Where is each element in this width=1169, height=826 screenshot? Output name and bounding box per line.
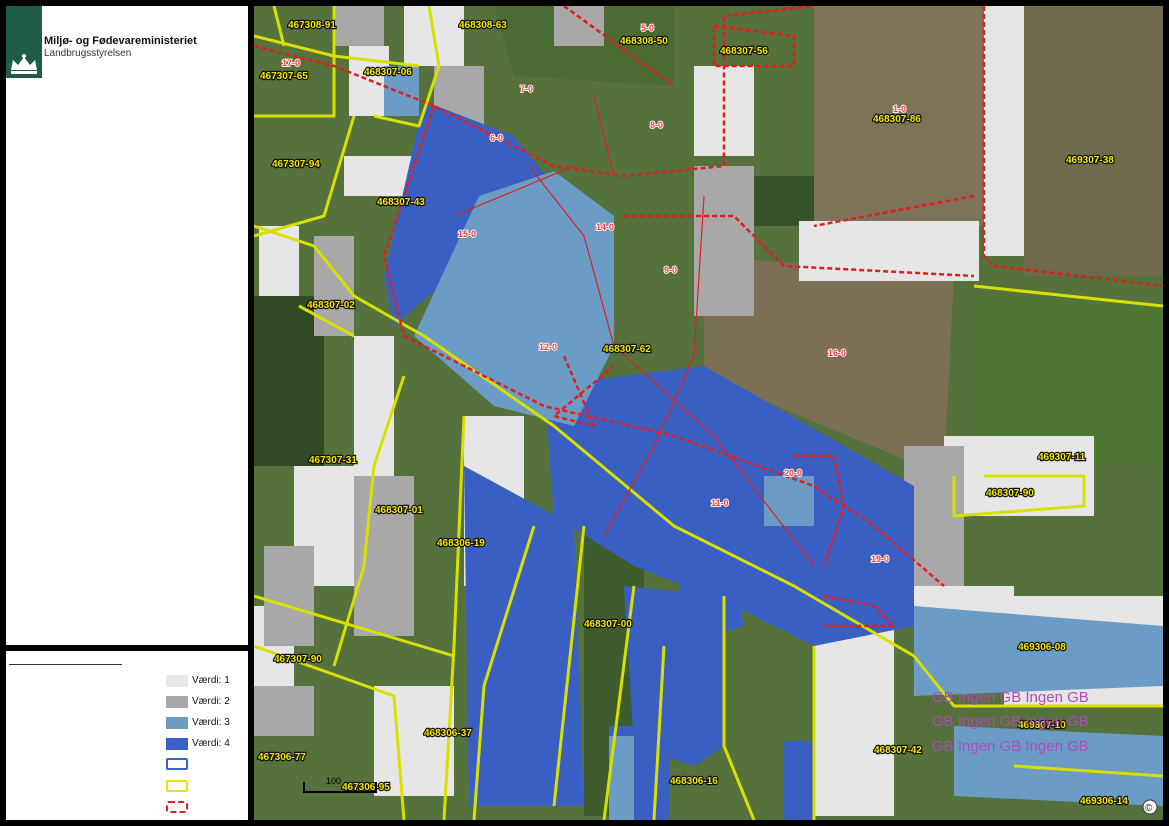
copyright-icon: © xyxy=(1145,803,1153,814)
field-label: 467307-65 xyxy=(260,71,308,82)
legend-swatch xyxy=(166,758,188,770)
scale-label: 100 xyxy=(326,776,341,786)
field-label: 468308-63 xyxy=(459,20,507,31)
field-label: 469307-38 xyxy=(1066,155,1114,166)
legend-label: Værdi: 4 xyxy=(192,738,230,749)
field-label: 467307-90 xyxy=(274,654,322,665)
field-label: 467306-77 xyxy=(258,752,306,763)
field-label: 469306-08 xyxy=(1018,642,1066,653)
field-label: 468308-50 xyxy=(620,36,668,47)
field-label: 468307-01 xyxy=(375,505,423,516)
legend-label: Værdi: 3 xyxy=(192,717,230,728)
field-label: 469306-14 xyxy=(1080,796,1128,807)
field-label: 468307-86 xyxy=(873,114,921,125)
lot-label: 14-0 xyxy=(596,222,614,232)
lot-label: 17-0 xyxy=(282,58,300,68)
field-label: 467307-31 xyxy=(309,455,357,466)
field-label: 468307-43 xyxy=(377,197,425,208)
lot-label: 12-0 xyxy=(539,342,557,352)
legend-swatch xyxy=(166,780,188,792)
legend-swatch xyxy=(166,696,188,708)
lot-label: 6-0 xyxy=(490,133,503,143)
lot-label: 5-0 xyxy=(641,23,654,33)
lot-label: 7-0 xyxy=(520,84,533,94)
crown-icon xyxy=(11,54,37,74)
legend-divider xyxy=(9,664,122,665)
field-label: 468307-06 xyxy=(364,67,412,78)
ministry-logo xyxy=(6,6,42,78)
field-label: 467308-91 xyxy=(288,20,336,31)
ministry-name: Miljø- og Fødevareministeriet xyxy=(44,35,197,47)
field-label: 468306-37 xyxy=(424,728,472,739)
field-label: 468307-90 xyxy=(986,488,1034,499)
legend-swatch xyxy=(166,738,188,750)
lot-label: 20-0 xyxy=(784,468,802,478)
legend-label: Værdi: 1 xyxy=(192,675,230,686)
field-label: 468307-56 xyxy=(720,46,768,57)
field-label: 469307-11 xyxy=(1038,452,1086,463)
field-label: 467307-94 xyxy=(272,159,320,170)
lot-label: 9-0 xyxy=(664,265,677,275)
legend-swatch xyxy=(166,717,188,729)
gb-label: GB Ingen GB Ingen GB xyxy=(932,689,1089,706)
map-view[interactable]: 467308-91 468308-63 468308-50 468307-56 … xyxy=(254,6,1163,820)
agency-name: Landbrugsstyrelsen xyxy=(44,48,132,59)
field-label: 468307-62 xyxy=(603,344,651,355)
field-label: 468307-00 xyxy=(584,619,632,630)
gb-label: GB Ingen GB Ingen GB xyxy=(932,738,1089,755)
map-canvas[interactable]: 467308-91 468308-63 468308-50 468307-56 … xyxy=(254,6,1163,820)
lot-label: 8-0 xyxy=(650,120,663,130)
field-label: 468306-16 xyxy=(670,776,718,787)
copyright-badge[interactable]: © xyxy=(1142,799,1158,815)
legend-label: Værdi: 2 xyxy=(192,696,230,707)
legend-swatch xyxy=(166,675,188,687)
lot-label: 1-0 xyxy=(893,104,906,114)
lot-label: 19-0 xyxy=(871,554,889,564)
gb-label: GB Ingen GB Ingen GB xyxy=(932,713,1089,730)
lot-label: 11-0 xyxy=(711,498,729,508)
lot-label: 15-0 xyxy=(458,229,476,239)
field-label: 468306-19 xyxy=(437,538,485,549)
field-label: 468307-02 xyxy=(307,300,355,311)
gb-labels: GB Ingen GB Ingen GB GB Ingen GB Ingen G… xyxy=(932,689,1089,755)
legend-swatch xyxy=(166,801,188,813)
legend-panel: Værdi: 1 Værdi: 2 Værdi: 3 Værdi: 4 xyxy=(6,651,248,820)
lot-label: 16-0 xyxy=(828,348,846,358)
header-panel: Miljø- og Fødevareministeriet Landbrugss… xyxy=(6,6,248,645)
field-label: 468307-42 xyxy=(874,745,922,756)
